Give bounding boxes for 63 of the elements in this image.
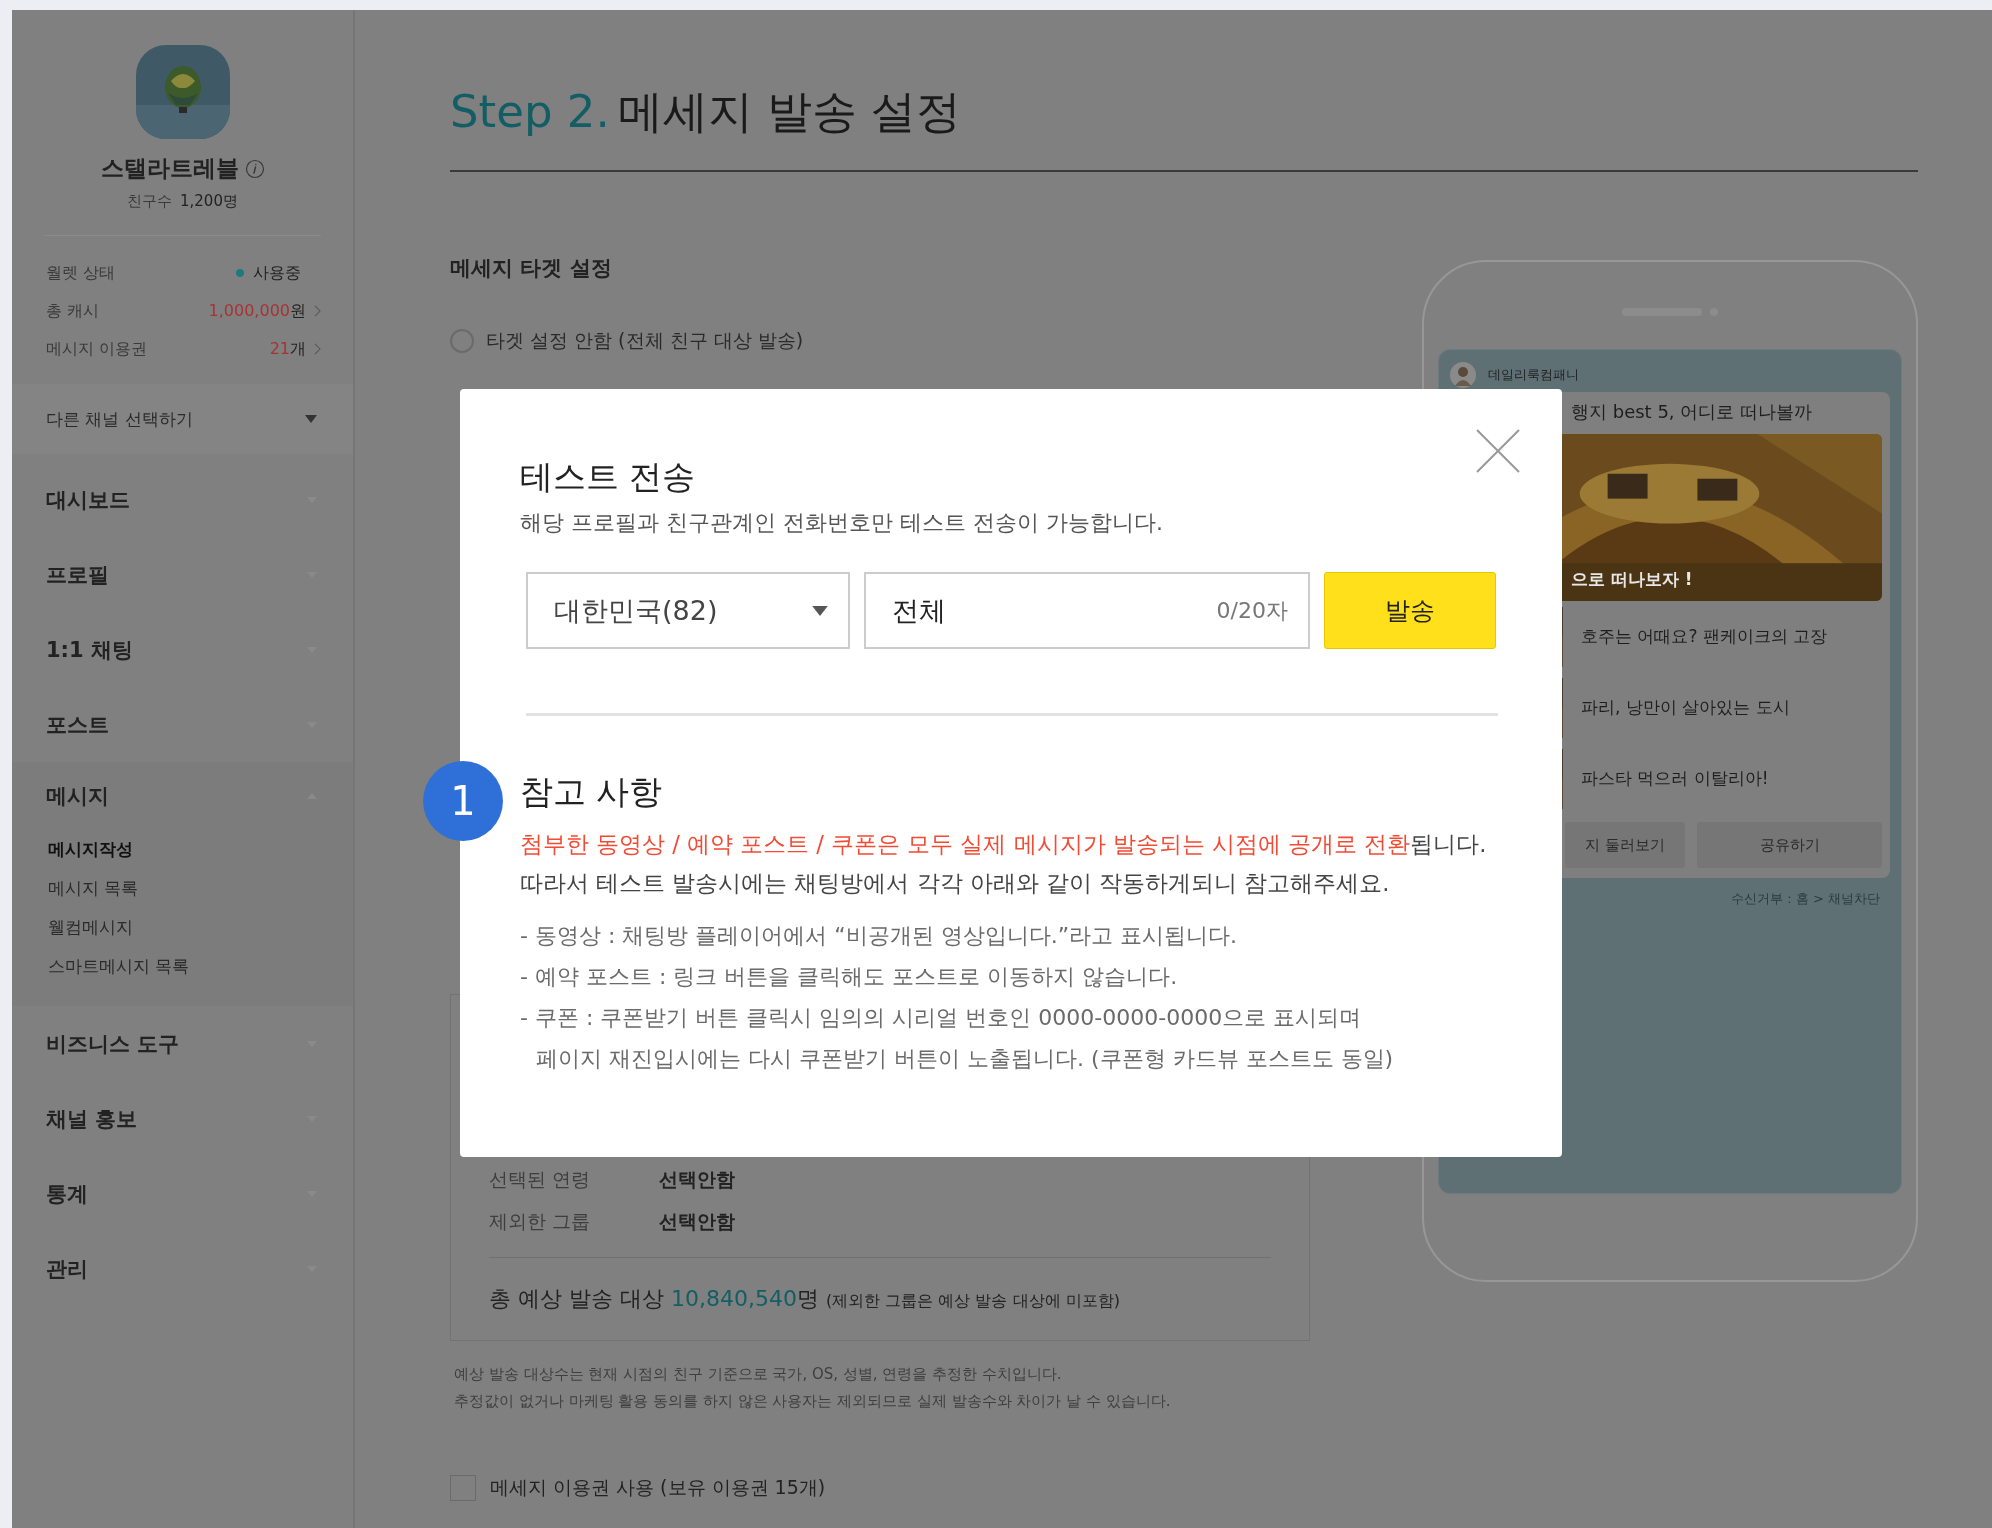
step-label: Step 2. <box>450 85 610 138</box>
card-button[interactable]: 지 둘러보기 <box>1565 822 1685 868</box>
stat-label: 총 캐시 <box>46 300 101 322</box>
notice-item: - 쿠폰 : 쿠폰받기 버튼 클릭시 임의의 시리얼 번호인 0000-0000-0000으로 표시되며 <box>520 1004 1363 1032</box>
list-item-title[interactable]: 파스타 먹으러 이탈리아! <box>1581 767 1769 790</box>
country-select[interactable]: 대한민국(82) <box>526 572 850 649</box>
list-item-title[interactable]: 호주는 어때요? 팬케이크의 고장 <box>1581 625 1828 648</box>
menu-item[interactable]: 통계 <box>12 1156 353 1231</box>
summary-label: 선택된 연령 <box>489 1167 592 1192</box>
total-text: 총 예상 발송 대상 10,840,540명 (제외한 그룹은 예상 발송 대상에 미포함) <box>489 1257 1271 1314</box>
radio-option[interactable]: 타겟 설정 안함 (전체 친구 대상 발송) <box>450 328 1310 354</box>
info-icon[interactable] <box>244 158 265 179</box>
dialog-title: 테스트 전송 <box>520 456 697 498</box>
close-icon[interactable] <box>1476 429 1520 473</box>
menu-item[interactable]: 포스트 <box>12 687 353 762</box>
notice-item: - 동영상 : 채팅방 플레이어에서 “비공개된 영상입니다.”라고 표시됩니다. <box>520 922 1239 950</box>
summary-value: 선택안함 <box>659 1209 735 1234</box>
step-badge: 1 <box>423 761 503 841</box>
channel-name: 스탤라트레블 <box>100 154 239 183</box>
submenu-item[interactable]: 스마트메시지 목록 <box>12 947 353 986</box>
ticket-checkbox[interactable]: 메세지 이용권 사용 (보유 이용권 15개) <box>450 1475 1310 1501</box>
char-counter: 0/20자 <box>1216 596 1288 625</box>
notice-title: 참고 사항 <box>520 771 664 813</box>
menu-item[interactable]: 대시보드 <box>12 462 353 537</box>
caret-icon <box>305 415 317 423</box>
image-caption: 으로 떠나보자 ! <box>1571 568 1693 591</box>
page-title: 메세지 발송 설정 <box>617 85 962 138</box>
stat-label: 메시지 이용권 <box>46 338 149 360</box>
notice-text: 따라서 테스트 발송시에는 채팅방에서 각각 아래와 같이 작동하게되니 참고해주세요. <box>520 869 1391 898</box>
list-item-title[interactable]: 파리, 낭만이 살아있는 도시 <box>1581 696 1790 719</box>
submenu-item[interactable]: 메시지작성 <box>12 830 353 869</box>
caret-icon <box>812 605 828 616</box>
menu-item[interactable]: 채널 홍보 <box>12 1081 353 1156</box>
friends-label: 친구수 <box>127 192 172 211</box>
card-title: 행지 best 5, 어디로 떠나볼까 <box>1570 400 1813 424</box>
submenu-item[interactable]: 웰컴메시지 <box>12 908 353 947</box>
menu-item[interactable]: 관리 <box>12 1231 353 1306</box>
stat-label: 월렛 상태 <box>46 262 117 284</box>
sender-name: 데일리룩컴패니 <box>1488 366 1579 384</box>
menu-item[interactable]: 프로필 <box>12 537 353 612</box>
channel-select[interactable]: 다른 채널 선택하기 <box>12 384 353 454</box>
summary-value: 선택안함 <box>659 1167 735 1192</box>
note-text: 추정값이 없거나 마케팅 활용 동의를 하지 않은 사용자는 제외되므로 실제 발송수와 차이가 날 수 있습니다. <box>454 1392 1172 1411</box>
menu-item[interactable]: 비즈니스 도구 <box>12 1006 353 1081</box>
notice-item: 페이지 재진입시에는 다시 쿠폰받기 버튼이 노출됩니다. (쿠폰형 카드뷰 포스트도 동일) <box>535 1045 1395 1073</box>
notice-item: - 예약 포스트 : 링크 버튼을 클릭해도 포스트로 이동하지 않습니다. <box>520 963 1179 991</box>
phone-input[interactable]: 전체 0/20자 <box>864 572 1310 649</box>
menu-item[interactable]: 메시지 <box>12 762 353 830</box>
section-title: 메세지 타겟 설정 <box>450 255 613 282</box>
chevron-right-icon[interactable] <box>314 305 321 317</box>
notice-text: 첨부한 동영상 / 예약 포스트 / 쿠폰은 모두 실제 메시지가 발송되는 시점에 공개로 전환됩니다. <box>520 830 1488 859</box>
summary-label: 제외한 그룹 <box>489 1209 592 1234</box>
submenu-item[interactable]: 메시지 목록 <box>12 869 353 908</box>
dialog-subtitle: 해당 프로필과 친구관계인 전화번호만 테스트 전송이 가능합니다. <box>520 509 1164 537</box>
chevron-right-icon[interactable] <box>314 343 321 355</box>
friends-count: 1,200명 <box>180 192 238 211</box>
wallet-status: 사용중 <box>236 262 301 284</box>
card-button[interactable]: 공유하기 <box>1697 822 1882 868</box>
stat-value[interactable]: 1,000,000원 <box>208 300 306 322</box>
send-button[interactable]: 발송 <box>1324 572 1496 649</box>
menu-item[interactable]: 1:1 채팅 <box>12 612 353 687</box>
note-text: 예상 발송 대상수는 현재 시점의 친구 기준으로 국가, OS, 성별, 연령을 추정한 수치입니다. <box>454 1365 1063 1384</box>
stat-value[interactable]: 21개 <box>269 338 306 360</box>
